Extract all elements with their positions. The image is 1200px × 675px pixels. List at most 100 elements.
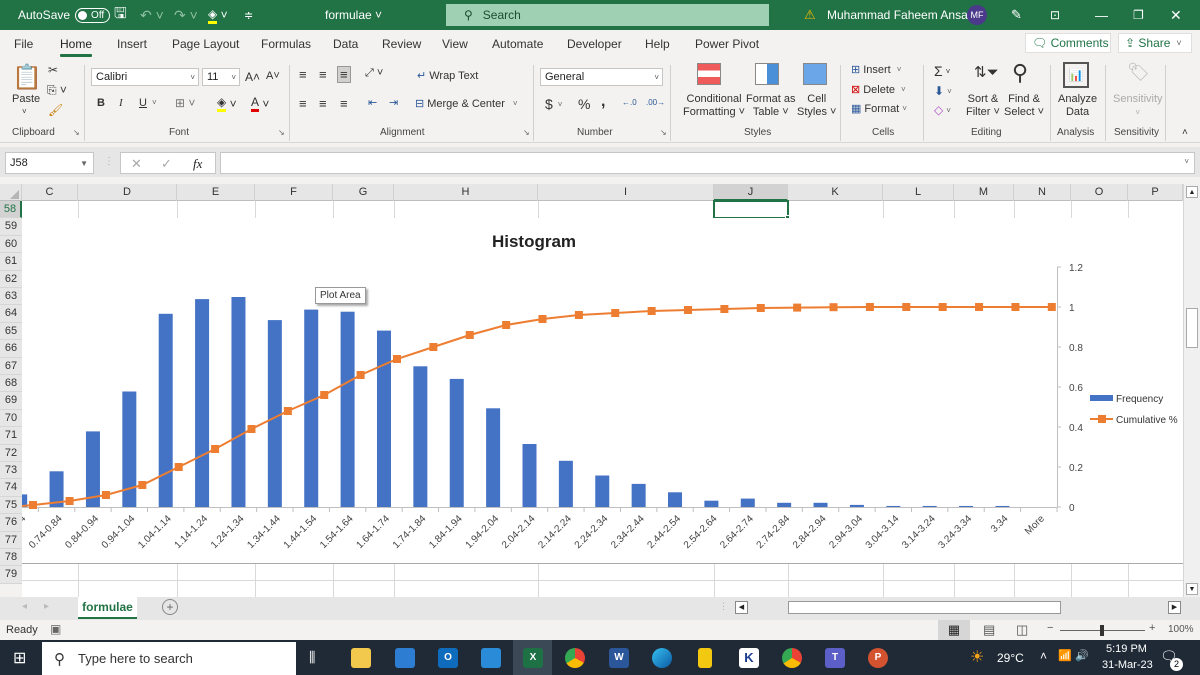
share-button[interactable]: ⇪ Share ˅ xyxy=(1118,33,1192,53)
align-left-icon[interactable]: ≡ xyxy=(299,96,307,111)
row-header-60[interactable]: 60 xyxy=(0,235,22,254)
frequency-bar[interactable] xyxy=(849,504,864,507)
zoom-in-button[interactable]: + xyxy=(1149,622,1155,634)
increase-decimal-icon[interactable]: ←.0 xyxy=(622,98,637,107)
conditional-formatting-button[interactable]: Conditional Formatting ˅ xyxy=(683,93,745,119)
font-name-combo[interactable]: Calibri ˅ xyxy=(91,68,199,86)
cumulative-marker[interactable] xyxy=(574,311,583,319)
paste-button[interactable]: Paste xyxy=(12,93,40,105)
accessibility-icon[interactable]: ▣ xyxy=(50,622,61,636)
cumulative-marker[interactable] xyxy=(101,491,110,499)
frequency-bar[interactable] xyxy=(267,320,282,507)
cumulative-marker[interactable] xyxy=(975,303,984,311)
formula-bar-grip[interactable]: ⋮ xyxy=(104,156,114,167)
alignment-launcher-icon[interactable]: ↘ xyxy=(523,128,530,137)
close-icon[interactable]: ✕ xyxy=(1170,0,1182,30)
tab-view[interactable]: View xyxy=(442,37,468,51)
cumulative-marker[interactable] xyxy=(247,425,256,433)
find-select-icon[interactable]: ⚲ xyxy=(1012,60,1028,86)
show-hidden-icons[interactable]: ˄ xyxy=(1040,649,1047,663)
row-header-72[interactable]: 72 xyxy=(0,444,22,462)
paste-icon[interactable]: 📋 xyxy=(12,63,42,92)
borders-icon[interactable]: ⊞ ˅ xyxy=(175,96,195,110)
cumulative-marker[interactable] xyxy=(684,306,693,314)
sheet-tab-formulae[interactable]: formulae xyxy=(78,597,137,619)
frequency-bar[interactable] xyxy=(740,498,755,507)
clipboard-launcher-icon[interactable]: ↘ xyxy=(73,128,80,137)
volume-icon[interactable]: 🔊 xyxy=(1075,649,1089,662)
histogram-chart[interactable]: Histogram .74 0.74-0.84 0.84-0.94 0.94-1.04… xyxy=(22,218,1183,563)
row-header-64[interactable]: 64 xyxy=(0,305,22,323)
weather-icon[interactable]: ☀ xyxy=(970,647,984,667)
chrome-icon[interactable] xyxy=(565,648,585,668)
edge-icon[interactable] xyxy=(652,648,672,668)
copy-icon[interactable]: ⎘ ˅ xyxy=(47,83,67,98)
tab-automate[interactable]: Automate xyxy=(492,37,543,51)
powerpoint-icon[interactable]: P xyxy=(868,648,888,668)
customize-toolbar-icon[interactable]: ≑ xyxy=(244,0,253,30)
tab-help[interactable]: Help xyxy=(645,37,670,51)
task-view-icon[interactable]: ⫼ xyxy=(309,649,315,666)
row-header-62[interactable]: 62 xyxy=(0,270,22,288)
align-bottom-icon[interactable]: ≡ xyxy=(337,66,351,83)
frequency-bar[interactable] xyxy=(704,500,719,507)
find-select-button[interactable]: Find & Select ˅ xyxy=(1004,93,1044,119)
frequency-bar[interactable] xyxy=(558,460,573,507)
formula-input[interactable]: ˅ xyxy=(220,152,1195,174)
currency-button[interactable]: $ ˅ xyxy=(545,96,562,112)
wrap-text-button[interactable]: ↵ Wrap Text xyxy=(417,69,478,83)
row-header-78[interactable]: 78 xyxy=(0,549,22,567)
restore-icon[interactable]: ❐ xyxy=(1133,0,1144,30)
tab-split-grip[interactable]: ⋮ xyxy=(719,601,728,612)
scroll-right-button[interactable]: ▶ xyxy=(1168,601,1181,614)
frequency-bar[interactable] xyxy=(413,366,428,507)
clear-icon[interactable]: ◇ ˅ xyxy=(934,103,951,117)
column-header-l[interactable]: L xyxy=(883,184,954,201)
row-header-69[interactable]: 69 xyxy=(0,392,22,410)
conditional-formatting-icon[interactable] xyxy=(697,63,721,85)
italic-button[interactable]: I xyxy=(119,97,123,109)
cumulative-marker[interactable] xyxy=(138,481,147,489)
enter-icon[interactable]: ✓ xyxy=(161,156,172,172)
column-header-h[interactable]: H xyxy=(394,184,538,201)
row-header-61[interactable]: 61 xyxy=(0,253,22,271)
column-header-g[interactable]: G xyxy=(333,184,394,201)
k-app-icon[interactable]: K xyxy=(739,648,759,668)
frequency-bar[interactable] xyxy=(486,408,501,507)
format-as-table-button[interactable]: Format as Table ˅ xyxy=(746,93,796,119)
autosave[interactable]: AutoSave Off xyxy=(18,0,111,30)
column-header-n[interactable]: N xyxy=(1014,184,1071,201)
page-layout-view-icon[interactable]: ▤ xyxy=(983,622,995,638)
frequency-bar[interactable] xyxy=(195,299,210,507)
paste-dropdown-icon[interactable]: ˅ xyxy=(22,107,27,116)
row-header-77[interactable]: 77 xyxy=(0,531,22,549)
frequency-bar[interactable] xyxy=(158,313,173,507)
font-launcher-icon[interactable]: ↘ xyxy=(278,128,285,137)
decrease-indent-icon[interactable]: ⇤ xyxy=(368,96,377,109)
cumulative-marker[interactable] xyxy=(65,497,74,505)
mail-icon[interactable] xyxy=(481,648,501,668)
legend-frequency-label[interactable]: Frequency xyxy=(1116,394,1163,405)
cumulative-marker[interactable] xyxy=(1011,303,1020,311)
column-header-o[interactable]: O xyxy=(1071,184,1128,201)
power-bi-icon[interactable] xyxy=(698,648,712,668)
cell-styles-button[interactable]: Cell Styles ˅ xyxy=(797,93,836,119)
column-header-k[interactable]: K xyxy=(788,184,883,201)
name-box[interactable]: J58 ▼ xyxy=(5,152,94,174)
decrease-decimal-icon[interactable]: .00→ xyxy=(646,98,665,107)
frequency-bar[interactable] xyxy=(777,502,792,507)
undo-icon[interactable]: ↶ ˅ xyxy=(140,0,164,30)
row-header-76[interactable]: 76 xyxy=(0,514,22,532)
row-header-79[interactable]: 79 xyxy=(0,566,22,584)
page-break-view-icon[interactable]: ◫ xyxy=(1016,622,1028,638)
teams-icon[interactable]: T xyxy=(825,648,845,668)
cumulative-marker[interactable] xyxy=(29,501,37,509)
outlook-icon[interactable]: O xyxy=(438,648,458,668)
percent-button[interactable]: % xyxy=(578,96,590,112)
taskbar-search[interactable]: ⚲ Type here to search xyxy=(42,642,296,675)
word-icon[interactable]: W xyxy=(609,648,629,668)
cumulative-line[interactable] xyxy=(22,306,1052,507)
cumulative-marker[interactable] xyxy=(720,305,729,313)
row-header-70[interactable]: 70 xyxy=(0,409,22,428)
cumulative-marker[interactable] xyxy=(174,463,183,471)
